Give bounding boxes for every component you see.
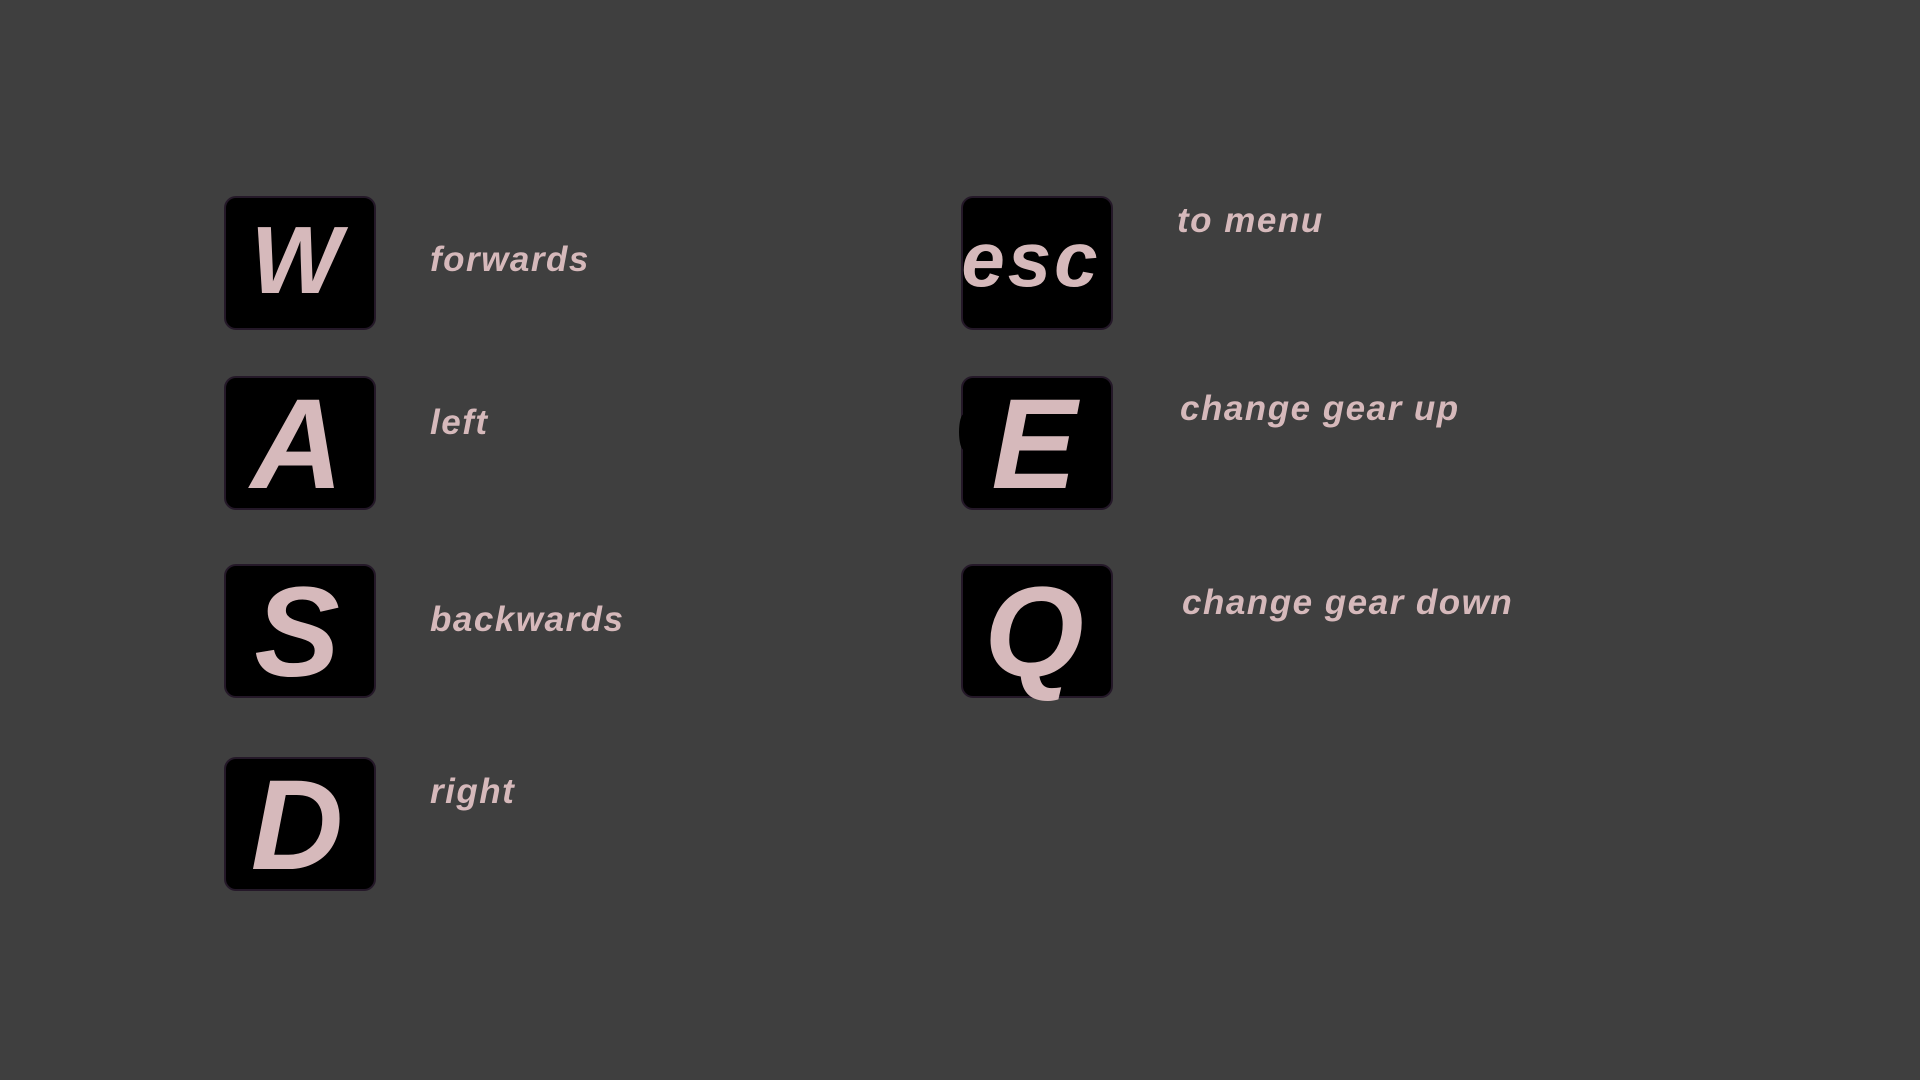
key-e-marker (959, 414, 969, 450)
action-left-label: left (430, 403, 489, 442)
key-a[interactable]: A (224, 376, 376, 510)
key-s-label: S (254, 561, 340, 704)
key-e[interactable]: E (959, 373, 1113, 516)
key-s[interactable]: S (224, 564, 376, 698)
key-w[interactable]: W (224, 196, 376, 330)
key-a-label: A (250, 373, 344, 516)
key-e-label: E (991, 373, 1077, 516)
action-forwards-label: forwards (430, 240, 590, 279)
action-change-gear-up-label: change gear up (1180, 389, 1460, 428)
key-d[interactable]: D (224, 757, 376, 891)
controls-screen: W forwards A left S backwards D right es… (0, 0, 1920, 1080)
key-esc-label: esc (961, 215, 1101, 303)
key-d-label: D (250, 754, 344, 897)
key-w-label: W (250, 207, 342, 314)
key-q[interactable]: Q (961, 564, 1113, 698)
action-to-menu-label: to menu (1177, 201, 1324, 240)
action-backwards-label: backwards (430, 600, 625, 639)
key-esc[interactable]: esc (961, 196, 1113, 330)
action-change-gear-down-label: change gear down (1182, 583, 1514, 622)
key-q-label: Q (984, 561, 1084, 704)
action-right-label: right (430, 772, 516, 811)
